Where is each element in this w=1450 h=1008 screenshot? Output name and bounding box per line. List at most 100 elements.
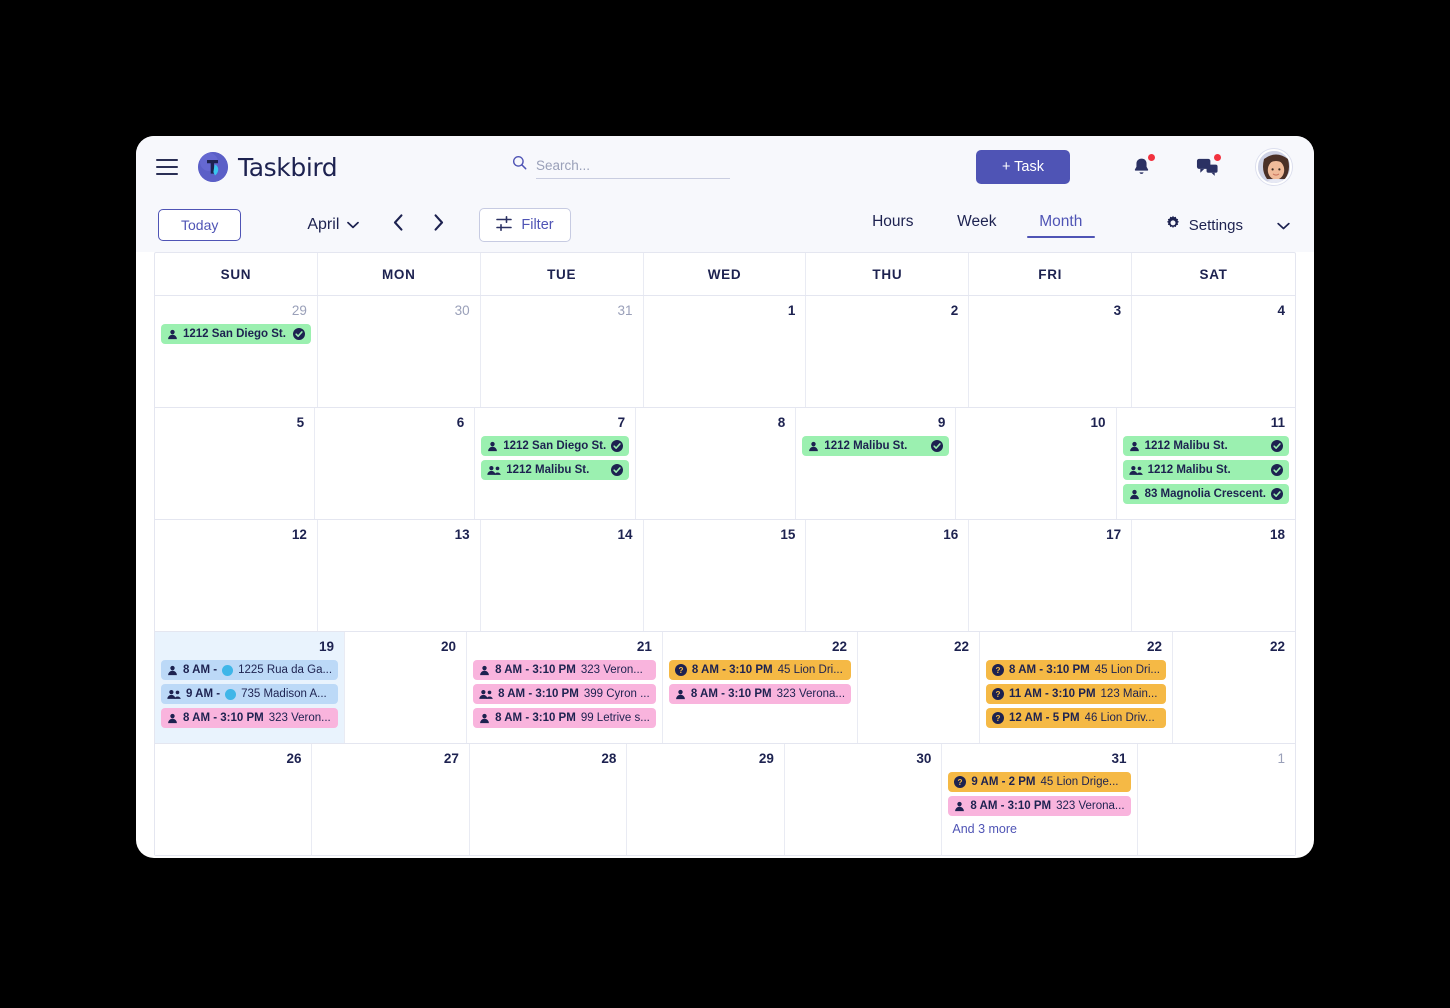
event-time: 8 AM - 3:10 PM: [495, 664, 576, 676]
day-number: 1: [787, 303, 796, 318]
calendar-day-cell[interactable]: 3: [969, 296, 1133, 407]
next-month-button[interactable]: [423, 210, 453, 240]
calendar-event[interactable]: 8 AM - 3:10 PM 399 Cyron ...: [473, 684, 656, 704]
svg-text:?: ?: [678, 666, 683, 675]
calendar-event[interactable]: 1212 Malibu St.: [1122, 460, 1289, 480]
dow-thu: THU: [806, 253, 970, 295]
calendar-event[interactable]: ? 8 AM - 3:10 PM 45 Lion Dri...: [668, 660, 852, 680]
day-number: 12: [291, 527, 307, 542]
day-number: 18: [1269, 527, 1285, 542]
calendar-event[interactable]: 83 Magnolia Crescent.: [1122, 484, 1289, 504]
calendar-day-cell[interactable]: 26: [155, 744, 313, 855]
search-box[interactable]: [512, 155, 730, 179]
calendar-event[interactable]: ? 8 AM - 3:10 PM 45 Lion Dri...: [986, 660, 1166, 680]
event-title: 1212 Malibu St.: [506, 464, 590, 476]
calendar-day-cell[interactable]: 22? 8 AM - 3:10 PM 45 Lion Dri... 8 AM - 3:…: [662, 632, 859, 743]
tab-month[interactable]: Month: [1019, 213, 1103, 238]
today-button[interactable]: Today: [158, 209, 242, 241]
check-circle-icon: [1271, 440, 1283, 452]
person-icon: [479, 665, 490, 676]
calendar-day-cell[interactable]: 15: [643, 520, 807, 631]
calendar-day-cell[interactable]: 21 8 AM - 3:10 PM 323 Veron... 8 AM - 3:10 …: [467, 632, 663, 743]
search-input[interactable]: [536, 158, 730, 173]
calendar-day-cell[interactable]: 9 1212 Malibu St.: [796, 408, 957, 519]
status-dot-icon: [222, 664, 234, 676]
calendar-day-cell[interactable]: 5: [155, 408, 316, 519]
calendar-event[interactable]: 8 AM - 3:10 PM 323 Veron...: [473, 660, 656, 680]
calendar-event[interactable]: 8 AM - 3:10 PM 323 Veron...: [161, 708, 339, 728]
calendar-day-cell[interactable]: 7 1212 San Diego St. 1212 Malibu St.: [475, 408, 637, 519]
calendar-day-cell[interactable]: 29: [627, 744, 785, 855]
calendar-day-cell[interactable]: 27: [312, 744, 470, 855]
calendar-day-cell[interactable]: 1: [643, 296, 807, 407]
tab-week[interactable]: Week: [935, 213, 1019, 238]
calendar-event[interactable]: 8 AM - 3:10 PM 323 Verona...: [948, 796, 1131, 816]
messages-button[interactable]: [1190, 151, 1224, 183]
calendar-event[interactable]: 8 AM - 3:10 PM 99 Letrive s...: [473, 708, 656, 728]
day-number: 21: [636, 639, 652, 654]
user-avatar[interactable]: [1256, 149, 1292, 185]
calendar-day-cell[interactable]: 22: [1172, 632, 1295, 743]
calendar-day-cell[interactable]: 31? 9 AM - 2 PM 45 Lion Drige... 8 AM - 3:1…: [942, 744, 1138, 855]
calendar-day-cell[interactable]: 6: [315, 408, 476, 519]
calendar-day-cell[interactable]: 11 1212 Malibu St. 1212 Malibu St. 83 Magno…: [1116, 408, 1295, 519]
calendar-event[interactable]: 8 AM - 3:10 PM 323 Verona...: [668, 684, 852, 704]
header-actions: + Task: [975, 149, 1292, 185]
people-icon: [1128, 465, 1143, 476]
day-number: 2: [950, 303, 959, 318]
dow-sat: SAT: [1199, 267, 1228, 282]
calendar-day-cell[interactable]: 1: [1137, 744, 1295, 855]
calendar-event[interactable]: 1212 San Diego St.: [481, 436, 630, 456]
more-events-link[interactable]: And 3 more: [948, 820, 1130, 838]
tab-hours[interactable]: Hours: [851, 213, 935, 238]
filter-button[interactable]: Filter: [479, 208, 571, 242]
calendar-day-cell[interactable]: 30: [784, 744, 943, 855]
calendar-event[interactable]: ? 11 AM - 3:10 PM 123 Main...: [986, 684, 1166, 704]
calendar-day-cell[interactable]: 28: [469, 744, 628, 855]
calendar-day-cell[interactable]: 14: [480, 520, 644, 631]
calendar-day-cell[interactable]: 30: [317, 296, 481, 407]
chevron-down-icon[interactable]: [1277, 217, 1290, 234]
day-number: 19: [319, 639, 335, 654]
calendar-day-cell[interactable]: 13: [317, 520, 481, 631]
event-time: 8 AM - 3:10 PM: [690, 688, 772, 700]
calendar-day-cell[interactable]: 22: [858, 632, 981, 743]
calendar-event[interactable]: 1212 Malibu St.: [802, 436, 950, 456]
calendar-day-cell[interactable]: 4: [1132, 296, 1295, 407]
status-dot-icon: [225, 688, 237, 700]
notifications-button[interactable]: [1124, 151, 1158, 183]
calendar-week-row: 29 1212 San Diego St. 30 31 1 2 3 4: [155, 295, 1295, 407]
calendar-day-cell[interactable]: 16: [806, 520, 970, 631]
hamburger-menu-icon[interactable]: [156, 159, 178, 175]
calendar-day-cell[interactable]: 29 1212 San Diego St.: [155, 296, 318, 407]
calendar-event[interactable]: ? 12 AM - 5 PM 46 Lion Driv...: [986, 708, 1166, 728]
calendar-day-cell[interactable]: 12: [155, 520, 318, 631]
question-icon: ?: [992, 688, 1005, 700]
calendar-event[interactable]: 1212 Malibu St.: [1122, 436, 1289, 456]
calendar-day-cell[interactable]: 18: [1132, 520, 1295, 631]
calendar-day-cell[interactable]: 10: [956, 408, 1117, 519]
add-task-button[interactable]: + Task: [975, 150, 1070, 184]
calendar-event[interactable]: 1212 Malibu St.: [481, 460, 630, 480]
month-selector[interactable]: April: [307, 216, 360, 234]
calendar-day-cell[interactable]: 31: [480, 296, 644, 407]
calendar-day-cell[interactable]: 20: [345, 632, 468, 743]
brand[interactable]: Taskbird: [198, 152, 338, 182]
question-icon: ?: [992, 664, 1005, 676]
calendar-event[interactable]: 1212 San Diego St.: [161, 324, 311, 344]
calendar-day-cell[interactable]: 8: [636, 408, 797, 519]
calendar-day-cell[interactable]: 22? 8 AM - 3:10 PM 45 Lion Dri...? 11 AM - …: [980, 632, 1173, 743]
calendar-event[interactable]: 8 AM - 1225 Rua da Ga...: [161, 660, 339, 680]
calendar-event[interactable]: 9 AM - 735 Madison A...: [161, 684, 339, 704]
prev-month-button[interactable]: [383, 210, 413, 240]
calendar-day-cell[interactable]: 19 8 AM - 1225 Rua da Ga... 9 AM - 735 Madis…: [155, 632, 346, 743]
svg-text:?: ?: [996, 690, 1001, 699]
settings-button[interactable]: Settings: [1165, 215, 1294, 235]
day-number: 15: [780, 527, 796, 542]
calendar-event[interactable]: ? 9 AM - 2 PM 45 Lion Drige...: [948, 772, 1131, 792]
calendar-day-cell[interactable]: 2: [806, 296, 970, 407]
calendar-day-cell[interactable]: 17: [969, 520, 1133, 631]
check-circle-icon: [1271, 464, 1283, 476]
app-header: Taskbird + Task: [136, 136, 1314, 198]
day-number: 31: [617, 303, 633, 318]
